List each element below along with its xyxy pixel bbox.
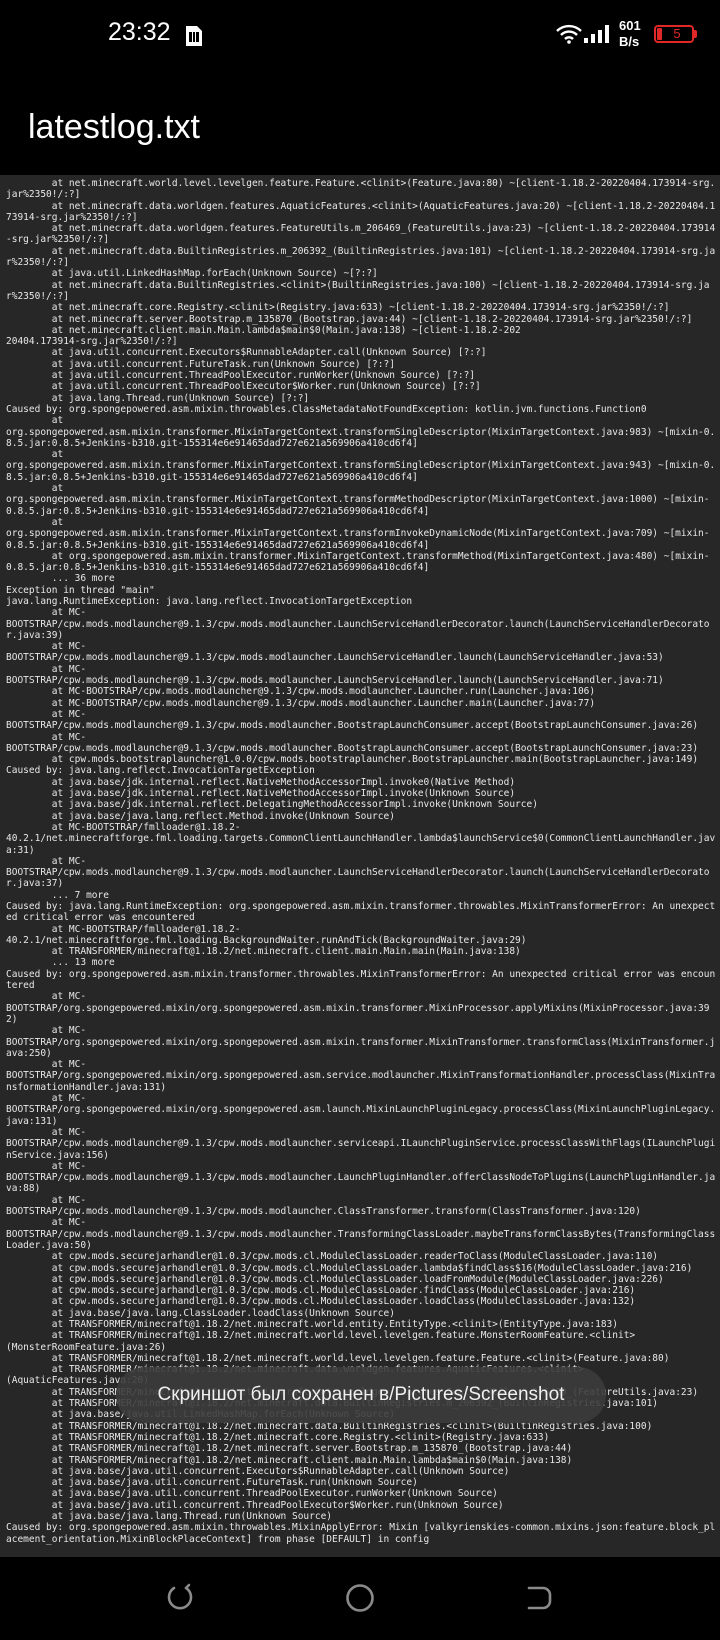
network-speed-value: 601 bbox=[619, 18, 641, 33]
sim-card-icon bbox=[186, 26, 202, 46]
navigation-bar bbox=[0, 1557, 720, 1640]
signal-icon bbox=[584, 25, 609, 43]
network-speed-unit: B/s bbox=[619, 34, 640, 49]
battery-icon: 5 bbox=[654, 25, 700, 45]
back-icon[interactable] bbox=[523, 1582, 555, 1614]
wifi-icon bbox=[556, 24, 582, 44]
battery-level: 5 bbox=[673, 26, 681, 41]
status-bar: 23:32 601 B/s 5 bbox=[0, 0, 720, 72]
page-title: latestlog.txt bbox=[28, 108, 200, 146]
network-speed: 601 B/s bbox=[619, 18, 655, 50]
status-time: 23:32 bbox=[108, 18, 171, 46]
log-text: at net.minecraft.world.level.levelgen.fe… bbox=[6, 178, 716, 1545]
battery-tip bbox=[694, 30, 697, 38]
screenshot-toast: Скриншот был сохранен в/Pictures/Screens… bbox=[116, 1367, 606, 1423]
home-icon[interactable] bbox=[344, 1582, 376, 1614]
recents-icon[interactable] bbox=[164, 1582, 196, 1614]
log-viewer[interactable]: at net.minecraft.world.level.levelgen.fe… bbox=[0, 175, 720, 1557]
